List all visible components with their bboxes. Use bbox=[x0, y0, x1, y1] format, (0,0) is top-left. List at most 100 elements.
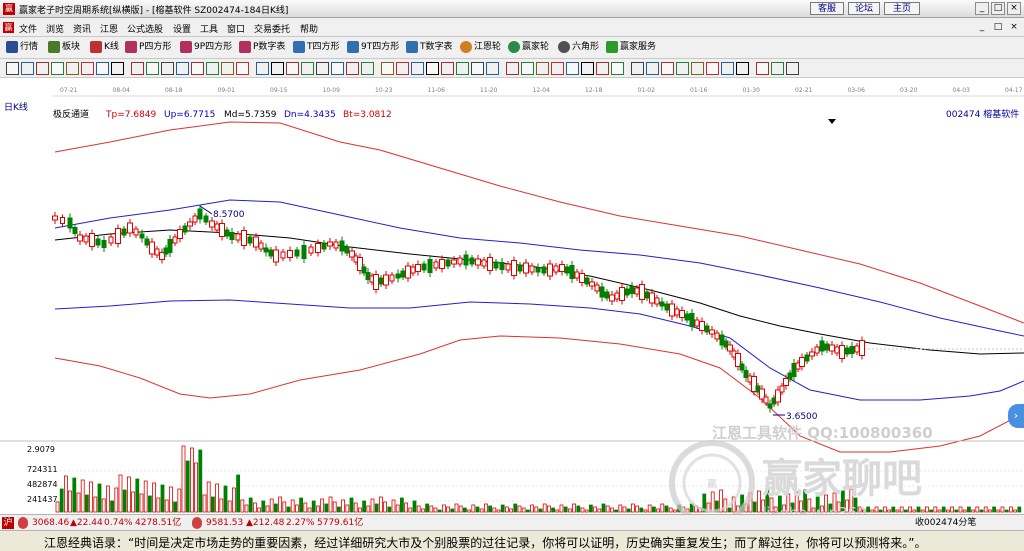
draw-tool-icon-28[interactable] bbox=[441, 62, 454, 75]
draw-tool-icon-33[interactable] bbox=[521, 62, 534, 75]
side-expand-button[interactable]: › bbox=[1008, 404, 1024, 428]
candle-body bbox=[634, 287, 640, 295]
draw-tool-icon-6[interactable] bbox=[96, 62, 109, 75]
kline-chart[interactable]: 07-21 08-04 08-18 09-01 09-15 10-09 10-23 11-06… bbox=[0, 78, 1024, 514]
draw-tool-icon-39[interactable] bbox=[611, 62, 624, 75]
draw-tool-icon-9[interactable] bbox=[146, 62, 159, 75]
menu-settings[interactable]: 设置 bbox=[173, 22, 191, 35]
draw-tool-icon-27[interactable] bbox=[426, 62, 439, 75]
date-tick-7: 11-06 bbox=[428, 87, 446, 94]
home-link[interactable]: 主页 bbox=[884, 2, 920, 15]
9t-square-button[interactable]: 9T四方形 bbox=[347, 40, 399, 55]
child-restore-button[interactable]: □ bbox=[991, 21, 1005, 34]
draw-tool-icon-21[interactable] bbox=[331, 62, 344, 75]
menu-info[interactable]: 资讯 bbox=[73, 22, 91, 35]
minimize-button[interactable]: _ bbox=[975, 2, 989, 15]
draw-tool-icon-41[interactable] bbox=[646, 62, 659, 75]
watermark-line3: liaoba.win360 bbox=[762, 504, 867, 514]
menu-file[interactable]: 文件 bbox=[19, 22, 37, 35]
close-button[interactable]: × bbox=[1007, 2, 1021, 15]
draw-tool-icon-37[interactable] bbox=[581, 62, 594, 75]
draw-tool-icon-20[interactable] bbox=[316, 62, 329, 75]
candle-body bbox=[487, 257, 493, 271]
menu-trade[interactable]: 交易委托 bbox=[254, 22, 290, 35]
candle-body bbox=[253, 236, 259, 248]
candle-body bbox=[493, 261, 499, 269]
t-number-table-button[interactable]: T数字表 bbox=[406, 40, 453, 55]
kline-button[interactable]: K线 bbox=[90, 40, 119, 55]
draw-tool-icon-4[interactable] bbox=[66, 62, 79, 75]
draw-tool-icon-10[interactable] bbox=[161, 62, 174, 75]
draw-tool-icon-38[interactable] bbox=[596, 62, 609, 75]
quotes-button[interactable]: 行情 bbox=[6, 40, 38, 55]
draw-tool-icon-49[interactable] bbox=[771, 62, 784, 75]
draw-tool-icon-43[interactable] bbox=[676, 62, 689, 75]
draw-tool-icon-17[interactable] bbox=[271, 62, 284, 75]
9p-square-button[interactable]: 9P四方形 bbox=[180, 40, 232, 55]
chart-area[interactable]: 07-21 08-04 08-18 09-01 09-15 10-09 10-23 11-06… bbox=[0, 78, 1024, 514]
draw-tool-icon-48[interactable] bbox=[756, 62, 769, 75]
p-square-button[interactable]: P四方形 bbox=[125, 40, 171, 55]
draw-tool-icon-42[interactable] bbox=[661, 62, 674, 75]
candle-body bbox=[133, 228, 139, 236]
candle-body bbox=[844, 347, 850, 355]
draw-tool-icon-23[interactable] bbox=[361, 62, 374, 75]
draw-tool-icon-50[interactable] bbox=[786, 62, 799, 75]
draw-tool-icon-19[interactable] bbox=[301, 62, 314, 75]
menu-window[interactable]: 窗口 bbox=[227, 22, 245, 35]
hexagon-button[interactable]: 六角形 bbox=[558, 40, 599, 55]
draw-tool-icon-45[interactable] bbox=[706, 62, 719, 75]
t-square-button[interactable]: T四方形 bbox=[293, 40, 340, 55]
draw-tool-icon-31[interactable] bbox=[486, 62, 499, 75]
draw-tool-icon-5[interactable] bbox=[81, 62, 94, 75]
draw-tool-icon-7[interactable] bbox=[111, 62, 124, 75]
draw-tool-icon-0[interactable] bbox=[6, 62, 19, 75]
draw-tool-icon-40[interactable] bbox=[631, 62, 644, 75]
volume-bar bbox=[282, 501, 287, 513]
winner-service-button[interactable]: 赢家服务 bbox=[606, 40, 656, 55]
draw-tool-icon-3[interactable] bbox=[51, 62, 64, 75]
draw-tool-icon-13[interactable] bbox=[206, 62, 219, 75]
draw-tool-icon-30[interactable] bbox=[471, 62, 484, 75]
draw-tool-icon-12[interactable] bbox=[191, 62, 204, 75]
service-link[interactable]: 客服 bbox=[810, 2, 844, 15]
draw-tool-icon-14[interactable] bbox=[221, 62, 234, 75]
candle-body bbox=[451, 259, 457, 265]
menu-gann[interactable]: 江恩 bbox=[100, 22, 118, 35]
draw-tool-icon-29[interactable] bbox=[456, 62, 469, 75]
draw-tool-icon-35[interactable] bbox=[551, 62, 564, 75]
winner-wheel-button[interactable]: 赢家轮 bbox=[508, 40, 549, 55]
draw-tool-icon-36[interactable] bbox=[566, 62, 579, 75]
draw-tool-icon-24[interactable] bbox=[381, 62, 394, 75]
draw-tool-icon-25[interactable] bbox=[396, 62, 409, 75]
draw-tool-icon-16[interactable] bbox=[256, 62, 269, 75]
child-close-button[interactable]: × bbox=[1007, 21, 1021, 34]
draw-tool-icon-2[interactable] bbox=[36, 62, 49, 75]
draw-tool-icon-15[interactable] bbox=[236, 62, 249, 75]
maximize-button[interactable]: □ bbox=[991, 2, 1005, 15]
draw-tool-icon-47[interactable] bbox=[736, 62, 749, 75]
draw-tool-icon-8[interactable] bbox=[131, 62, 144, 75]
candle-body bbox=[327, 241, 333, 247]
tick-detail-label[interactable]: 收002474分笔 bbox=[915, 517, 976, 529]
child-minimize-button[interactable]: _ bbox=[975, 21, 989, 34]
menu-formula[interactable]: 公式选股 bbox=[127, 22, 163, 35]
menu-browse[interactable]: 浏览 bbox=[46, 22, 64, 35]
forum-link[interactable]: 论坛 bbox=[848, 2, 880, 15]
draw-tool-icon-34[interactable] bbox=[536, 62, 549, 75]
menu-tools[interactable]: 工具 bbox=[200, 22, 218, 35]
draw-tool-icon-1[interactable] bbox=[21, 62, 34, 75]
menu-help[interactable]: 帮助 bbox=[300, 22, 318, 35]
draw-tool-icon-32[interactable] bbox=[506, 62, 519, 75]
draw-tool-icon-26[interactable] bbox=[411, 62, 424, 75]
draw-tool-icon-44[interactable] bbox=[691, 62, 704, 75]
draw-tool-icon-11[interactable] bbox=[176, 62, 189, 75]
date-tick-15: 03-06 bbox=[848, 87, 866, 94]
p-number-table-button[interactable]: P数字表 bbox=[239, 40, 285, 55]
candle-body bbox=[197, 208, 203, 220]
sector-button[interactable]: 板块 bbox=[48, 40, 80, 55]
draw-tool-icon-46[interactable] bbox=[721, 62, 734, 75]
draw-tool-icon-18[interactable] bbox=[286, 62, 299, 75]
gann-wheel-button[interactable]: 江恩轮 bbox=[460, 40, 501, 55]
draw-tool-icon-22[interactable] bbox=[346, 62, 359, 75]
